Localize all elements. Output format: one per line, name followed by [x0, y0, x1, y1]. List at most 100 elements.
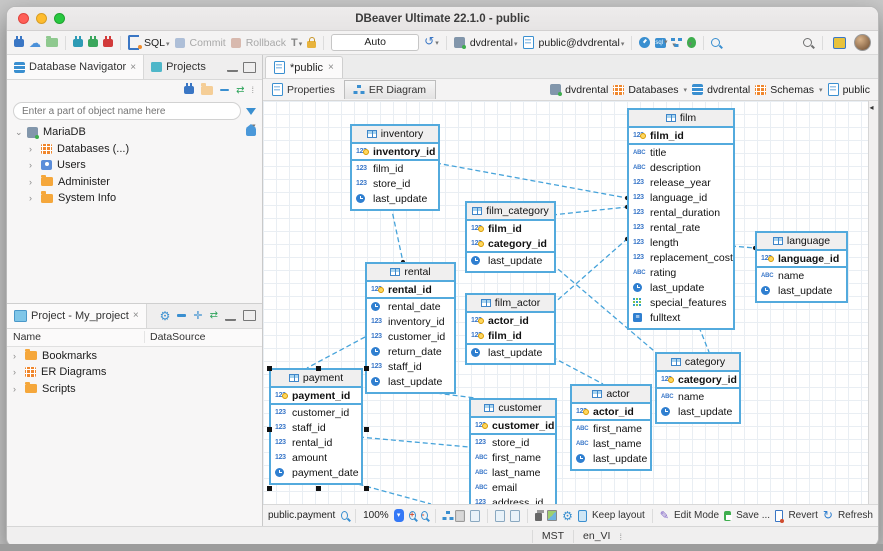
tab-er-diagram[interactable]: ER Diagram [344, 80, 436, 99]
column-actor-last_name[interactable]: ABClast_name [572, 436, 650, 451]
column-inventory-last_update[interactable]: last_update [352, 191, 438, 206]
column-category-category_id[interactable]: 123category_id [657, 372, 739, 387]
breadcrumb-connection[interactable]: dvdrental [550, 84, 608, 96]
twistie-collapsed-icon[interactable]: › [13, 384, 20, 394]
zoom-out-icon[interactable]: - [421, 511, 428, 520]
table-header[interactable]: film_category [467, 203, 554, 221]
user-avatar[interactable] [854, 34, 871, 51]
breadcrumb-database[interactable]: dvdrental [692, 84, 750, 96]
column-category-last_update[interactable]: last_update [657, 404, 739, 419]
breadcrumb-databases[interactable]: Databases [613, 84, 687, 96]
er-canvas[interactable]: inventory123inventory_id123film_id123sto… [263, 101, 868, 504]
rollback-button[interactable]: Rollback [246, 37, 286, 49]
auto-commit-combo[interactable]: Auto [331, 34, 419, 51]
table-header[interactable]: payment [271, 370, 361, 388]
column-inventory-film_id[interactable]: 123film_id [352, 161, 438, 176]
twistie-collapsed-icon[interactable]: › [13, 367, 20, 377]
column-customer-store_id[interactable]: 123store_id [471, 435, 555, 450]
link-editor-icon[interactable]: ⇄ [236, 85, 244, 96]
tree-item-system-info[interactable]: › System Info [7, 190, 262, 207]
column-film-rental_rate[interactable]: 123rental_rate [629, 220, 733, 235]
column-language-name[interactable]: ABCname [757, 268, 846, 283]
twistie-collapsed-icon[interactable]: › [29, 193, 36, 203]
maximize-panel-icon[interactable] [243, 62, 256, 73]
column-film_actor-actor_id[interactable]: 123actor_id [467, 313, 554, 328]
column-film-fulltext[interactable]: ≡fulltext [629, 310, 733, 325]
column-language-last_update[interactable]: last_update [757, 283, 846, 298]
connect-icon[interactable] [73, 39, 83, 47]
close-tab-icon[interactable]: × [130, 62, 136, 73]
cloud-connection-icon[interactable]: ☁ [29, 38, 41, 48]
column-payment-amount[interactable]: 123amount [271, 450, 361, 465]
connection-selector[interactable]: dvdrental [470, 37, 518, 49]
table-inventory[interactable]: inventory123inventory_id 123film_id123sto… [350, 124, 440, 211]
minimize-panel-icon[interactable] [227, 68, 238, 72]
add-note-icon[interactable] [495, 510, 505, 522]
column-rental-inventory_id[interactable]: 123inventory_id [367, 314, 454, 329]
table-film[interactable]: film123film_idABCtitleABCdescription123r… [627, 108, 735, 330]
timezone-indicator[interactable]: MST [532, 530, 573, 543]
column-film-description[interactable]: ABCdescription [629, 160, 733, 175]
column-rental-staff_id[interactable]: 123staff_id [367, 359, 454, 374]
column-category-name[interactable]: ABCname [657, 389, 739, 404]
fit-diagram-icon[interactable] [470, 510, 480, 522]
twistie-collapsed-icon[interactable]: › [13, 351, 20, 361]
table-header[interactable]: language [757, 233, 846, 251]
column-film_category-film_id[interactable]: 123film_id [467, 221, 554, 236]
perspective-icon[interactable] [833, 37, 846, 49]
dashboard-icon[interactable] [639, 37, 650, 48]
home-icon[interactable] [246, 128, 256, 136]
tree-item-users[interactable]: › Users [7, 157, 262, 174]
new-connection-toolbar-icon[interactable] [184, 86, 194, 94]
tree-item-er-diagrams[interactable]: › ER Diagrams [7, 364, 262, 381]
debug-icon[interactable] [687, 37, 696, 48]
close-tab-icon[interactable]: × [328, 62, 334, 73]
view-styles-icon[interactable] [510, 510, 520, 522]
column-rental-return_date[interactable]: return_date [367, 344, 454, 359]
selection-handle[interactable] [364, 366, 369, 371]
tab-database-navigator[interactable]: Database Navigator × [7, 55, 144, 79]
column-payment-payment_id[interactable]: 123payment_id [271, 388, 361, 403]
keep-layout-icon[interactable] [578, 510, 587, 522]
column-actor-last_update[interactable]: last_update [572, 451, 650, 466]
column-inventory-store_id[interactable]: 123store_id [352, 176, 438, 191]
column-customer-last_name[interactable]: ABClast_name [471, 465, 555, 480]
table-header[interactable]: actor [572, 386, 650, 404]
disconnect-icon[interactable] [103, 39, 113, 47]
sql-console-icon[interactable]: sql [655, 38, 666, 48]
search-in-diagram-icon[interactable] [341, 511, 348, 520]
locale-indicator[interactable]: en_VI [573, 530, 619, 543]
column-film_actor-film_id[interactable]: 123film_id [467, 328, 554, 343]
reconnect-icon[interactable] [88, 39, 98, 47]
table-header[interactable]: inventory [352, 126, 438, 144]
column-film_category-category_id[interactable]: 123category_id [467, 236, 554, 251]
column-actor-first_name[interactable]: ABCfirst_name [572, 421, 650, 436]
expand-icon[interactable]: ✛ [193, 309, 202, 322]
column-film-rental_duration[interactable]: 123rental_duration [629, 205, 733, 220]
table-film_category[interactable]: film_category123film_id123category_idlas… [465, 201, 556, 273]
zoom-level[interactable]: 100% [363, 510, 389, 521]
column-rental-last_update[interactable]: last_update [367, 374, 454, 389]
schema-selector[interactable]: public@dvdrental [539, 37, 625, 49]
column-film-replacement_cost[interactable]: 123replacement_cost [629, 250, 733, 265]
tree-item-scripts[interactable]: › Scripts [7, 381, 262, 398]
edit-mode-button[interactable]: Edit Mode [674, 510, 719, 521]
table-header[interactable]: category [657, 354, 739, 372]
breadcrumb-schema[interactable]: public [828, 83, 870, 96]
table-header[interactable]: customer [471, 400, 555, 418]
open-folder-icon[interactable] [46, 38, 58, 47]
close-tab-icon[interactable]: × [133, 310, 139, 321]
selection-handle[interactable] [364, 486, 369, 491]
selection-handle[interactable] [267, 366, 272, 371]
column-film-film_id[interactable]: 123film_id [629, 128, 733, 143]
column-language-language_id[interactable]: 123language_id [757, 251, 846, 266]
tree-item-bookmarks[interactable]: › Bookmarks [7, 348, 262, 365]
column-inventory-inventory_id[interactable]: 123inventory_id [352, 144, 438, 159]
tab-projects[interactable]: Projects [144, 55, 213, 79]
view-menu-icon[interactable]: ⁞ [251, 85, 254, 95]
revert-button[interactable]: Revert [788, 510, 817, 521]
column-film-special_features[interactable]: special_features [629, 295, 733, 310]
tree-item-mariadb[interactable]: ⌄ MariaDB [7, 124, 262, 141]
table-customer[interactable]: customer123customer_id123store_idABCfirs… [469, 398, 557, 504]
object-filter-input[interactable] [13, 102, 241, 120]
